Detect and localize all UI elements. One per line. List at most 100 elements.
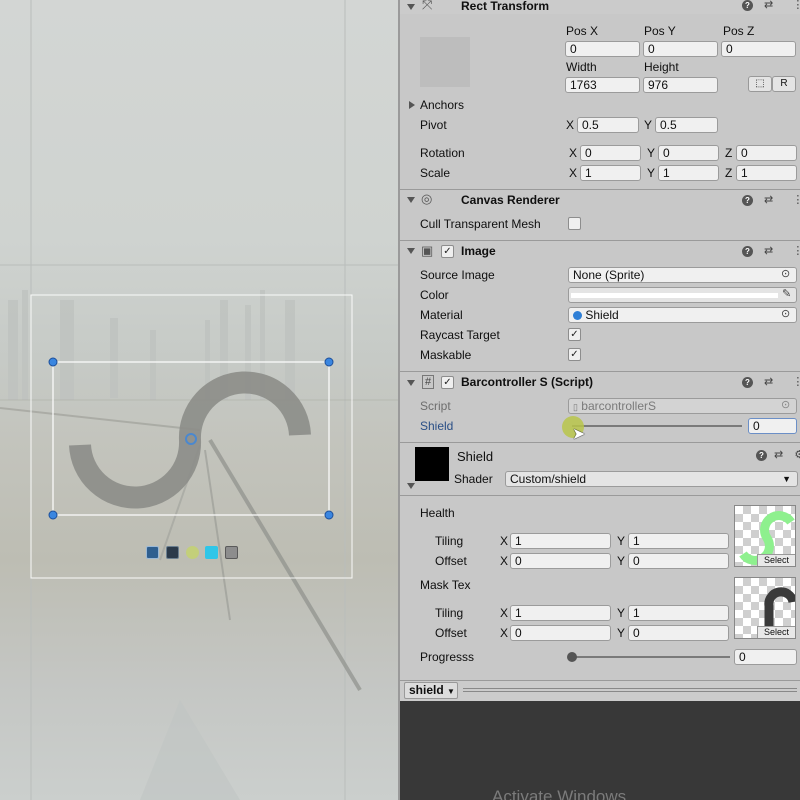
- health-offset-y-axis: Y: [617, 554, 626, 568]
- anchors-foldout-icon[interactable]: [409, 101, 415, 109]
- source-image-label: Source Image: [420, 268, 495, 282]
- health-select-button[interactable]: Select: [757, 554, 795, 566]
- maskable-checkbox[interactable]: ✓: [568, 348, 581, 361]
- pos-y-field[interactable]: 0: [643, 41, 718, 57]
- pivot-x-field[interactable]: 0.5: [577, 117, 639, 133]
- component-header-icons[interactable]: ? ⇄ ⋮: [742, 375, 800, 388]
- health-offset-y-field[interactable]: 0: [628, 553, 729, 569]
- mask-texture-slot[interactable]: Select: [734, 577, 796, 639]
- rect-transform-title: Rect Transform: [461, 0, 550, 13]
- script-foldout-icon[interactable]: [407, 380, 415, 386]
- pivot-y-field[interactable]: 0.5: [655, 117, 718, 133]
- width-field[interactable]: 1763: [565, 77, 640, 93]
- shader-dropdown[interactable]: Custom/shield ▼: [505, 471, 798, 487]
- scene-view[interactable]: [0, 0, 398, 800]
- health-tiling-x-axis: X: [500, 534, 509, 548]
- rotation-label: Rotation: [420, 146, 465, 160]
- mask-tiling-x-axis: X: [500, 606, 509, 620]
- material-header-icons[interactable]: ? ⇄ ⚙: [756, 448, 800, 461]
- progress-slider-track[interactable]: [572, 656, 730, 658]
- gizmo-icon-4[interactable]: [205, 546, 218, 559]
- separator: [400, 495, 800, 496]
- mask-offset-x-field[interactable]: 0: [510, 625, 611, 641]
- scale-x-axis: X: [569, 166, 578, 180]
- component-header-icons[interactable]: ? ⇄ ⋮: [742, 0, 800, 11]
- pivot-y-axis: Y: [644, 118, 653, 132]
- mask-offset-x-axis: X: [500, 626, 509, 640]
- width-label: Width: [566, 60, 597, 74]
- shield-label: Shield: [420, 419, 454, 433]
- cull-transparent-mesh-checkbox[interactable]: [568, 217, 581, 230]
- height-field[interactable]: 976: [643, 77, 718, 93]
- script-file-icon: ▯: [573, 402, 578, 412]
- preview-resize-handle[interactable]: [463, 688, 797, 692]
- scale-z-axis: Z: [725, 166, 733, 180]
- pos-x-label: Pos X: [566, 24, 599, 38]
- mask-tiling-x-field[interactable]: 1: [510, 605, 611, 621]
- pos-z-field[interactable]: 0: [721, 41, 796, 57]
- raycast-target-checkbox[interactable]: ✓: [568, 328, 581, 341]
- canvas-renderer-foldout-icon[interactable]: [407, 197, 415, 203]
- eyedropper-icon[interactable]: ✎: [782, 287, 791, 300]
- rotation-z-field[interactable]: 0: [736, 145, 797, 161]
- script-enabled-checkbox[interactable]: ✓: [441, 376, 454, 389]
- rotation-y-field[interactable]: 0: [658, 145, 719, 161]
- object-picker-icon[interactable]: ⊙: [781, 267, 790, 280]
- anchor-preset-box[interactable]: [420, 37, 470, 87]
- image-enabled-checkbox[interactable]: ✓: [441, 245, 454, 258]
- shader-label: Shader: [454, 472, 493, 486]
- material-foldout-icon[interactable]: [407, 483, 415, 489]
- mask-tiling-label: Tiling: [435, 606, 464, 620]
- material-sphere-icon: [573, 311, 582, 320]
- scale-z-field[interactable]: 1: [736, 165, 797, 181]
- source-image-field[interactable]: None (Sprite): [568, 267, 797, 283]
- foldout-arrow-icon[interactable]: [407, 4, 415, 10]
- health-offset-x-field[interactable]: 0: [510, 553, 611, 569]
- script-component-title: Barcontroller S (Script): [461, 375, 594, 389]
- help-icon: ?: [742, 246, 753, 257]
- shield-value-field[interactable]: 0: [748, 418, 797, 434]
- scale-x-field[interactable]: 1: [580, 165, 641, 181]
- gizmo-icon-2[interactable]: [166, 546, 179, 559]
- preview-dropdown[interactable]: shield ▼: [404, 682, 458, 699]
- health-texture-slot[interactable]: Select: [734, 505, 796, 567]
- image-foldout-icon[interactable]: [407, 248, 415, 254]
- progress-value-field[interactable]: 0: [734, 649, 797, 665]
- object-picker-icon: ⊙: [781, 399, 791, 411]
- mask-tiling-y-field[interactable]: 1: [628, 605, 729, 621]
- pivot-x-axis: X: [566, 118, 575, 132]
- shield-slider-track[interactable]: [572, 425, 742, 427]
- rect-transform-header[interactable]: [400, 0, 800, 14]
- rect-transform-icon: ⤧: [422, 0, 433, 12]
- blueprint-mode-button[interactable]: ⬚: [748, 76, 772, 92]
- help-icon: ?: [742, 0, 753, 11]
- mask-select-button[interactable]: Select: [757, 626, 795, 638]
- progress-slider-handle[interactable]: [567, 652, 577, 662]
- gizmo-icon-3[interactable]: [186, 546, 199, 559]
- health-label: Health: [420, 506, 455, 520]
- mask-offset-label: Offset: [435, 626, 467, 640]
- anchors-label[interactable]: Anchors: [420, 98, 464, 112]
- canvas-renderer-title: Canvas Renderer: [461, 193, 560, 207]
- gizmo-icon-5[interactable]: [225, 546, 238, 559]
- rotation-x-field[interactable]: 0: [580, 145, 641, 161]
- mask-offset-y-field[interactable]: 0: [628, 625, 729, 641]
- scale-y-field[interactable]: 1: [658, 165, 719, 181]
- pos-y-label: Pos Y: [644, 24, 676, 38]
- component-header-icons[interactable]: ? ⇄ ⋮: [742, 193, 800, 206]
- script-icon: #: [422, 375, 435, 389]
- maskable-label: Maskable: [420, 348, 472, 362]
- component-header-icons[interactable]: ? ⇄ ⋮: [742, 244, 800, 257]
- separator: [400, 240, 800, 241]
- gizmo-icon-1[interactable]: [146, 546, 159, 559]
- object-picker-icon[interactable]: ⊙: [781, 307, 790, 320]
- health-tiling-y-field[interactable]: 1: [628, 533, 729, 549]
- raw-edit-button[interactable]: R: [772, 76, 796, 92]
- pos-x-field[interactable]: 0: [565, 41, 640, 57]
- material-field[interactable]: Shield: [568, 307, 797, 323]
- health-tiling-x-field[interactable]: 1: [510, 533, 611, 549]
- health-tiling-label: Tiling: [435, 534, 464, 548]
- rot-y-axis: Y: [647, 146, 656, 160]
- scale-y-axis: Y: [647, 166, 656, 180]
- color-field[interactable]: [568, 287, 797, 303]
